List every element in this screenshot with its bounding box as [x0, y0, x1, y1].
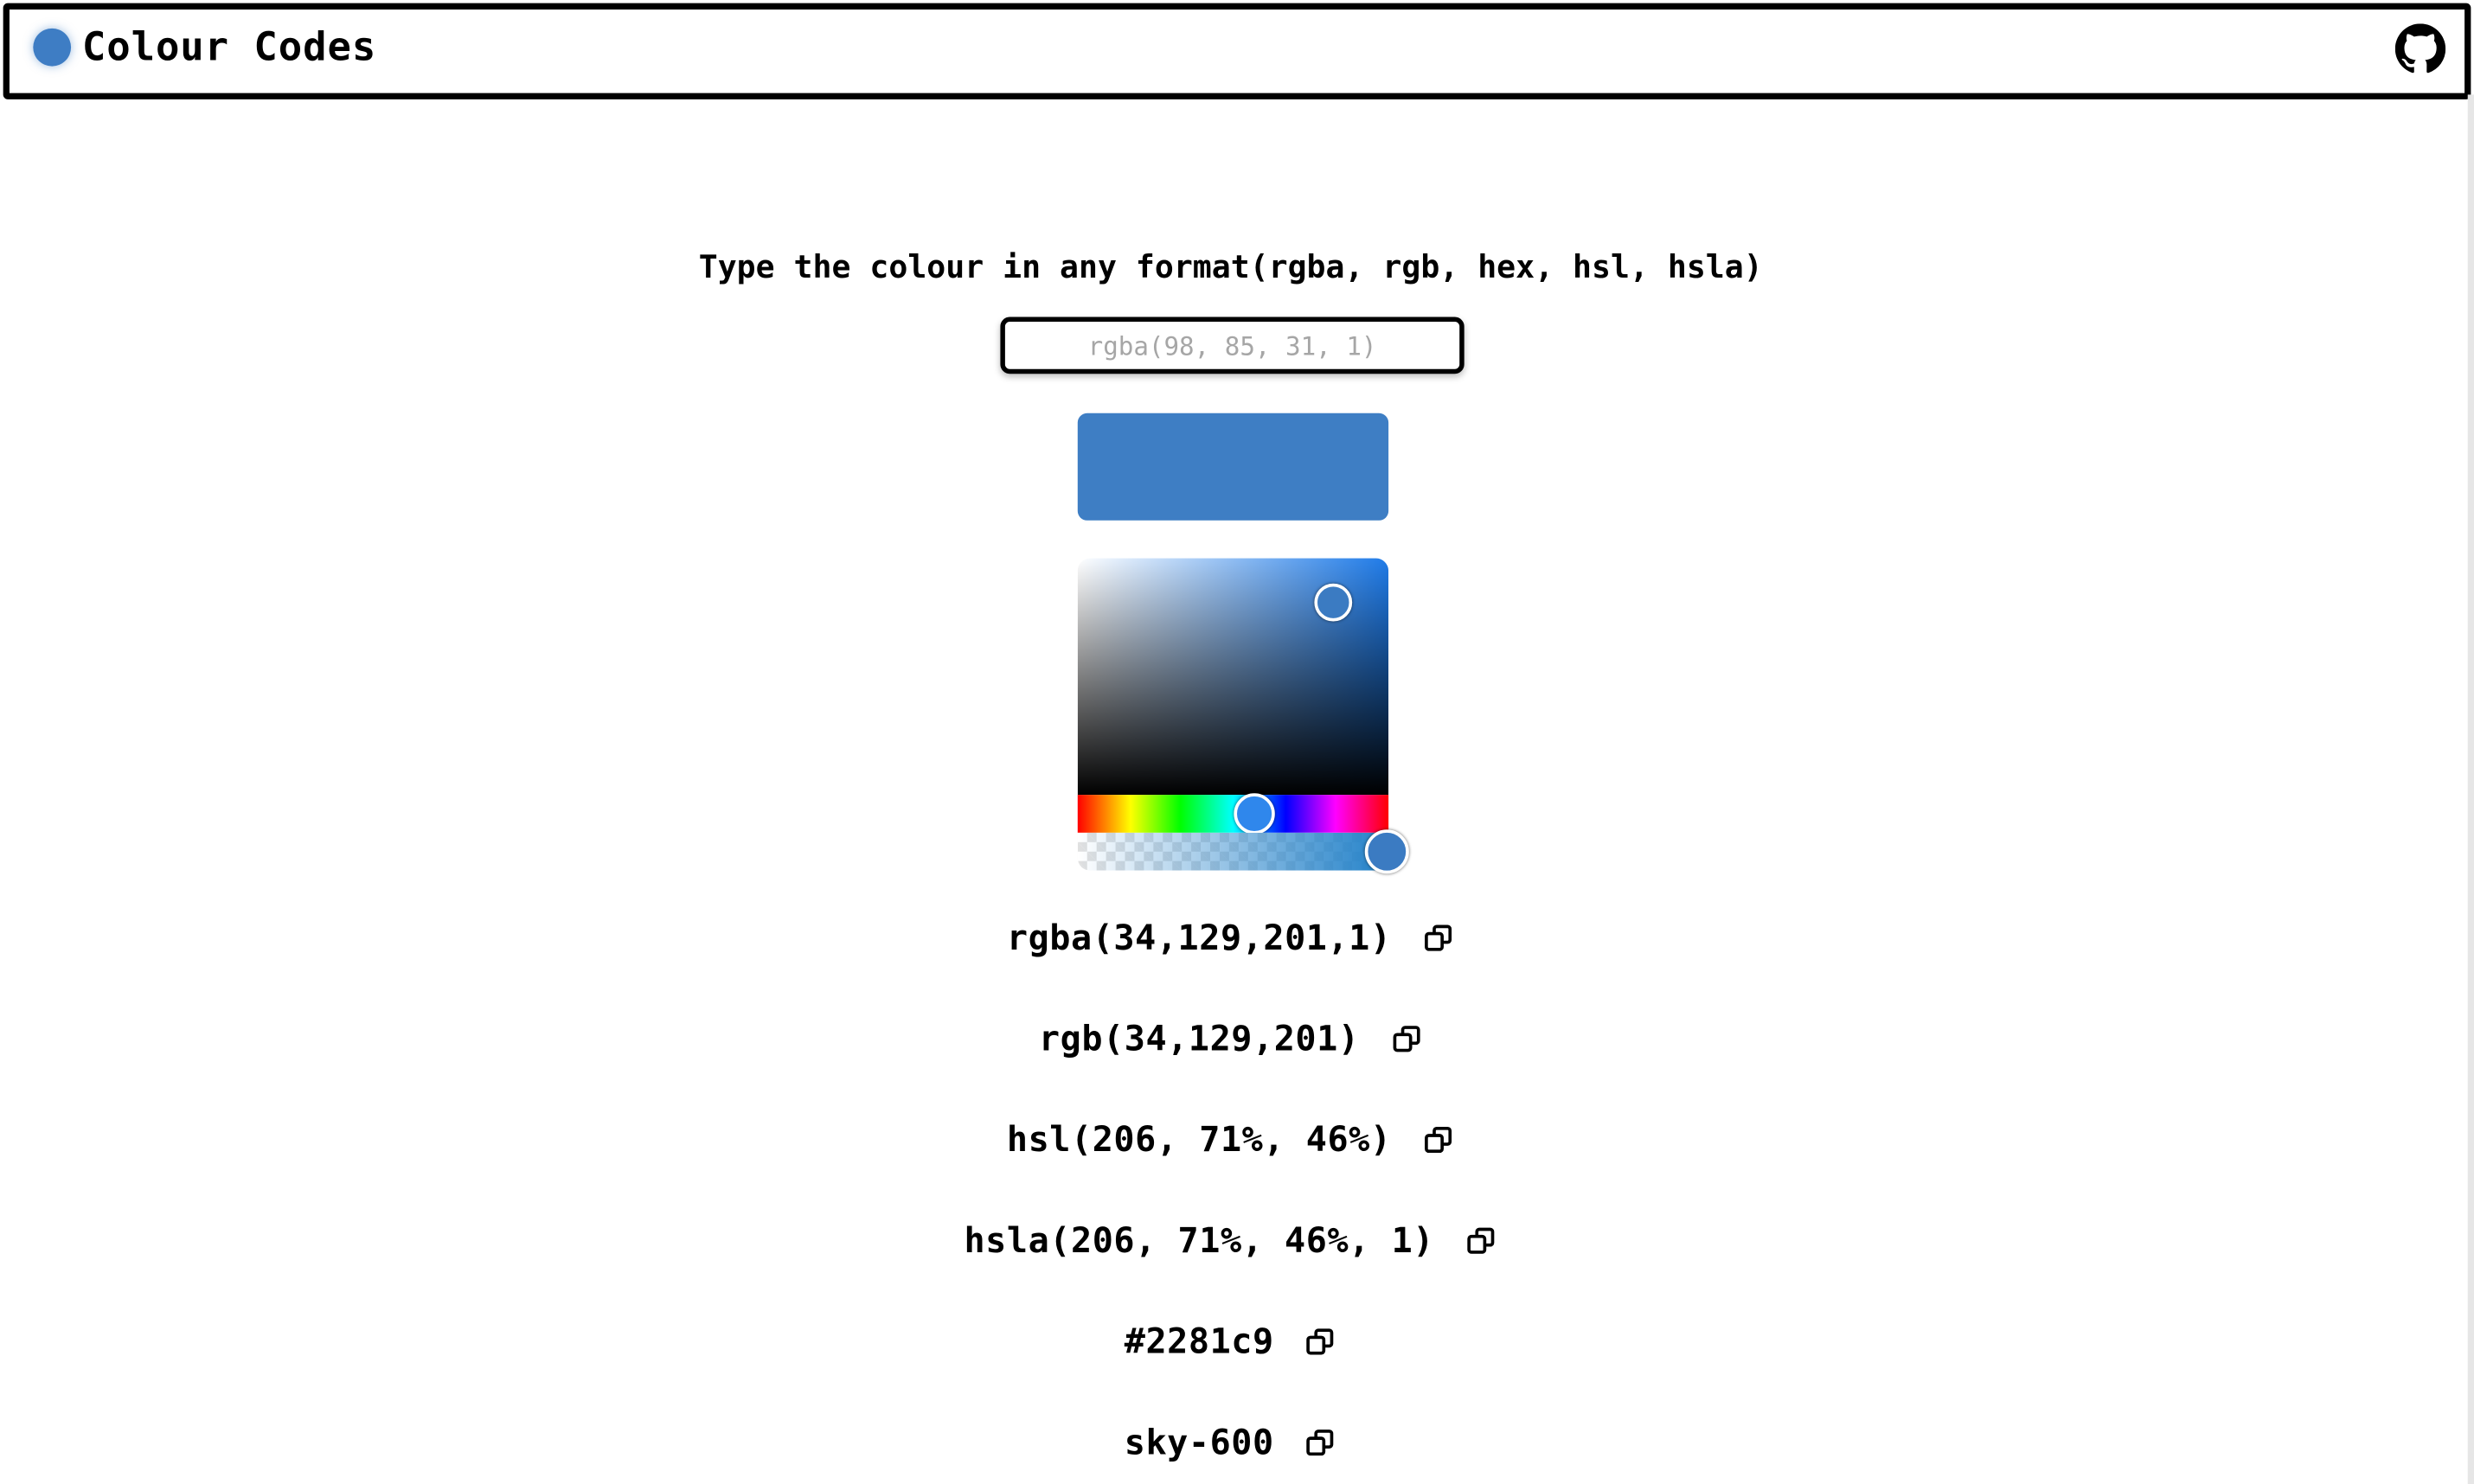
copy-icon[interactable] — [1305, 1327, 1336, 1358]
copy-icon[interactable] — [1391, 1024, 1422, 1055]
code-row-rgba: rgba(34,129,201,1) — [0, 913, 2461, 963]
code-text: rgba(34,129,201,1) — [1006, 918, 1392, 958]
code-row-rgb: rgb(34,129,201) — [0, 1014, 2461, 1065]
code-text: hsla(206, 71%, 46%, 1) — [964, 1221, 1435, 1261]
copy-icon[interactable] — [1423, 1124, 1454, 1155]
color-preview-swatch — [1077, 413, 1389, 521]
copy-icon[interactable] — [1423, 923, 1454, 954]
color-picker[interactable] — [1077, 558, 1409, 874]
code-row-hsla: hsla(206, 71%, 46%, 1) — [0, 1216, 2461, 1266]
input-prompt: Type the colour in any format(rgba, rgb,… — [698, 247, 1763, 286]
alpha-slider[interactable] — [1077, 832, 1389, 871]
code-row-tailwind: sky-600 — [0, 1417, 2461, 1468]
app-header: Colour Codes — [3, 3, 2471, 99]
page: Colour Codes Type the colour in any form… — [0, 0, 2474, 1484]
logo-icon — [33, 28, 72, 67]
hue-handle[interactable] — [1234, 793, 1275, 835]
color-input[interactable] — [1000, 317, 1465, 374]
alpha-gradient — [1077, 832, 1389, 871]
code-text: sky-600 — [1124, 1423, 1274, 1463]
github-icon[interactable] — [2394, 23, 2446, 74]
alpha-handle[interactable] — [1364, 829, 1409, 874]
copy-icon[interactable] — [1465, 1225, 1497, 1257]
scrollbar[interactable] — [2467, 94, 2474, 1484]
code-row-hsl: hsl(206, 71%, 46%) — [0, 1115, 2461, 1165]
copy-icon[interactable] — [1305, 1427, 1336, 1458]
saturation-handle[interactable] — [1314, 583, 1353, 622]
code-text: #2281c9 — [1124, 1322, 1274, 1362]
code-text: hsl(206, 71%, 46%) — [1006, 1120, 1392, 1161]
code-text: rgb(34,129,201) — [1038, 1019, 1360, 1059]
app-title: Colour Codes — [81, 23, 377, 70]
code-row-hex: #2281c9 — [0, 1317, 2461, 1367]
